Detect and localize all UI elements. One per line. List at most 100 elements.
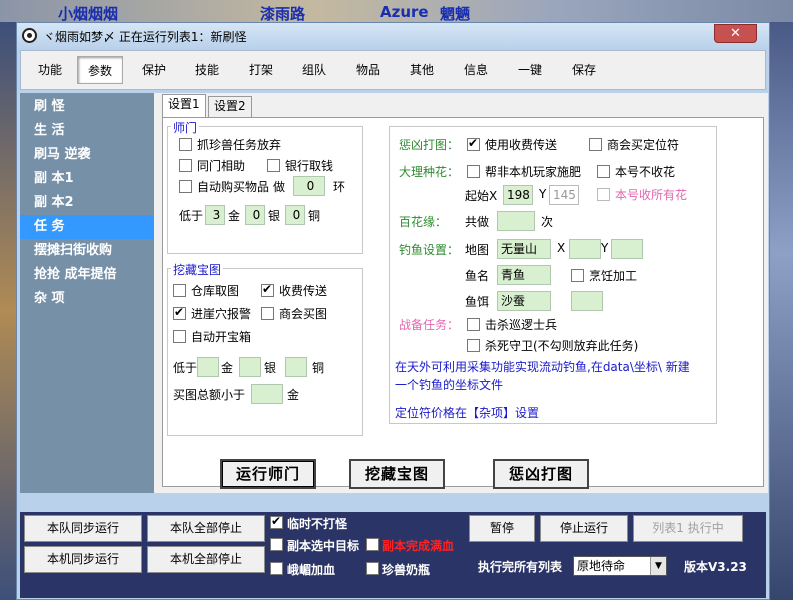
toolbar-team[interactable]: 组队 [291, 56, 337, 84]
sidebar-item-monster[interactable]: 刷 怪 [20, 95, 154, 119]
copper-input[interactable]: 0 [285, 205, 305, 225]
dungeon-full-blood-label: 副本完成满血 [382, 539, 455, 553]
chengxiong-button[interactable]: 惩凶打图 [493, 459, 589, 489]
player-name-2: 漆雨路 [260, 5, 306, 23]
guild-buy-locator-checkbox[interactable] [589, 138, 602, 151]
dungeon-target-checkbox[interactable] [270, 538, 283, 551]
fee-teleport-checkbox[interactable] [261, 282, 274, 297]
machine-sync-run-button[interactable]: 本机同步运行 [24, 546, 142, 573]
total-label: 买图总额小于 [173, 388, 246, 402]
toolbar-oneclick[interactable]: 一键 [507, 56, 553, 84]
sidebar-item-dungeon2[interactable]: 副 本2 [20, 191, 154, 215]
auto-buy-label: 自动购买物品 [197, 180, 270, 194]
guild-buy-locator-label: 商会买定位符 [607, 138, 680, 152]
warehouse-map-checkbox[interactable] [173, 284, 186, 297]
kill-patrol-checkbox[interactable] [467, 318, 480, 331]
treasure-map-button[interactable]: 挖藏宝图 [349, 459, 445, 489]
use-fee-teleport-label: 使用收费传送 [485, 138, 558, 152]
auto-buy-checkbox[interactable] [179, 180, 192, 193]
times-label: 次 [541, 215, 554, 229]
treasure-copper-input[interactable] [285, 357, 307, 377]
start-y-input[interactable]: 145 [549, 185, 579, 205]
baihua-label: 百花缘： [399, 215, 448, 229]
baihua-count-input[interactable] [497, 211, 535, 231]
locator-note: 定位符价格在【杂项】设置 [395, 406, 540, 420]
team-stop-all-button[interactable]: 本队全部停止 [147, 515, 265, 542]
y2-label: Y [601, 241, 609, 255]
use-fee-teleport-checkbox[interactable] [467, 136, 480, 151]
dungeon-target-label: 副本选中目标 [287, 539, 360, 553]
tab-content: 师门 抓珍兽任务放弃 同门相助 银行取钱 自动购买物品 做 0 环 低于 3 金… [162, 117, 764, 487]
cave-alert-checkbox[interactable] [173, 305, 186, 320]
temp-no-fight-checkbox[interactable] [270, 514, 283, 529]
after-action-select[interactable]: 原地待命 ▼ [573, 556, 667, 576]
run-shimen-button[interactable]: 运行师门 [220, 459, 316, 489]
bank-withdraw-checkbox[interactable] [267, 159, 280, 172]
fish-y-input[interactable] [611, 239, 643, 259]
fish-name-label: 鱼名 [465, 269, 490, 283]
sidebar-item-life[interactable]: 生 活 [20, 119, 154, 143]
auto-open-box-checkbox[interactable] [173, 330, 186, 343]
toolbar-other[interactable]: 其他 [399, 56, 445, 84]
sidebar-item-misc[interactable]: 杂 项 [20, 287, 154, 311]
sidebar-item-stall[interactable]: 摆摊扫街收购 [20, 239, 154, 263]
silver-label: 银 [268, 209, 281, 223]
cook-process-checkbox[interactable] [571, 269, 584, 282]
toolbar-skills[interactable]: 技能 [184, 56, 230, 84]
close-button[interactable]: ✕ [714, 24, 757, 43]
warehouse-map-label: 仓库取图 [191, 284, 240, 298]
toolbar-save[interactable]: 保存 [561, 56, 607, 84]
top-toolbar: 功能 参数 保护 技能 打架 组队 物品 其他 信息 一键 保存 [20, 50, 766, 90]
dungeon-full-blood-checkbox[interactable] [366, 538, 379, 551]
player-name-1: 小烟烟烟 [58, 5, 119, 23]
do-count-input[interactable]: 0 [293, 176, 325, 196]
bait-count-input[interactable] [571, 291, 603, 311]
toolbar-items[interactable]: 物品 [345, 56, 391, 84]
guild-buy-map-checkbox[interactable] [261, 307, 274, 320]
fish-name-input[interactable]: 青鱼 [497, 265, 551, 285]
treasure-copper-label: 铜 [312, 361, 325, 375]
total-gold-label: 金 [287, 388, 300, 402]
treasure-gold-input[interactable] [197, 357, 219, 377]
catch-pet-abandon-checkbox[interactable] [179, 138, 192, 151]
list1-running-button[interactable]: 列表1 执行中 [633, 515, 743, 542]
toolbar-params[interactable]: 参数 [77, 56, 123, 84]
treasure-silver-input[interactable] [239, 357, 261, 377]
treasure-legend: 挖藏宝图 [171, 261, 224, 278]
emei-heal-checkbox[interactable] [270, 562, 283, 575]
toolbar-info[interactable]: 信息 [453, 56, 499, 84]
sidebar-item-dungeon1[interactable]: 副 本1 [20, 167, 154, 191]
peer-help-checkbox[interactable] [179, 159, 192, 172]
bait-input[interactable]: 沙蚕 [497, 291, 551, 311]
tab-settings2[interactable]: 设置2 [208, 96, 252, 117]
x-label: X [557, 241, 566, 255]
guild-buy-map-label: 商会买图 [279, 307, 328, 321]
gold-input[interactable]: 3 [205, 205, 225, 225]
bank-withdraw-label: 银行取钱 [285, 159, 334, 173]
title-bar[interactable]: ヾ烟雨如梦〆 正在运行列表1：新刷怪 ✕ [17, 23, 769, 49]
machine-stop-all-button[interactable]: 本机全部停止 [147, 546, 265, 573]
start-x-input[interactable]: 198 [503, 185, 533, 205]
toolbar-function[interactable]: 功能 [27, 56, 73, 84]
pause-button[interactable]: 暂停 [469, 515, 535, 542]
tab-settings1[interactable]: 设置1 [162, 94, 206, 117]
pet-milk-checkbox[interactable] [366, 562, 379, 575]
below-label: 低于 [179, 209, 204, 223]
toolbar-fight[interactable]: 打架 [238, 56, 284, 84]
fish-x-input[interactable] [569, 239, 601, 259]
no-harvest-checkbox[interactable] [597, 165, 610, 178]
sidebar-item-quest[interactable]: 任 务 [20, 215, 154, 239]
emei-heal-label: 峨嵋加血 [287, 563, 336, 577]
silver-input[interactable]: 0 [245, 205, 265, 225]
sidebar-item-grab[interactable]: 抢抢 成年提倍 [20, 263, 154, 287]
toolbar-protect[interactable]: 保护 [131, 56, 177, 84]
defend-checkbox[interactable] [467, 339, 480, 352]
game-background-left [0, 22, 16, 600]
team-sync-run-button[interactable]: 本队同步运行 [24, 515, 142, 542]
collect-all-checkbox[interactable] [597, 188, 610, 201]
total-input[interactable] [251, 384, 283, 404]
stop-run-button[interactable]: 停止运行 [540, 515, 628, 542]
map-input[interactable]: 无量山 [497, 239, 551, 259]
help-fertilize-checkbox[interactable] [467, 165, 480, 178]
sidebar-item-horse[interactable]: 刷马 逆袭 [20, 143, 154, 167]
